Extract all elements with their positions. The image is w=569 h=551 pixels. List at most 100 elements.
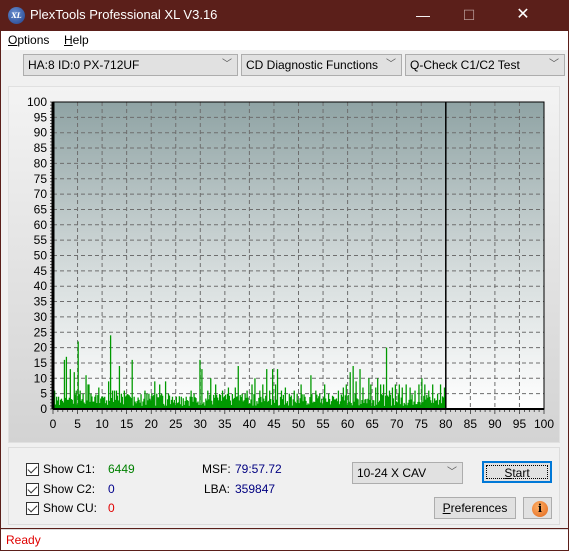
info-button[interactable]: i: [523, 497, 552, 519]
x-tick-label: 35: [218, 417, 232, 431]
y-tick-label: 75: [34, 172, 48, 186]
x-tick-label: 20: [145, 417, 159, 431]
preferences-button[interactable]: Preferences: [434, 497, 516, 519]
status-bar: Ready: [1, 529, 568, 550]
x-tick-label: 10: [95, 417, 109, 431]
show-c2-checkbox[interactable]: [26, 483, 39, 496]
x-tick-label: 55: [316, 417, 330, 431]
start-button[interactable]: Start: [482, 461, 552, 483]
y-tick-label: 85: [34, 141, 48, 155]
lba-label: LBA:: [204, 482, 231, 496]
x-tick-label: 75: [415, 417, 429, 431]
function-select[interactable]: CD Diagnostic Functions ﹀: [241, 54, 402, 76]
menu-bar: Options Help: [1, 31, 568, 50]
y-tick-label: 70: [34, 187, 48, 201]
minimize-button[interactable]: —: [400, 0, 446, 31]
x-tick-label: 40: [243, 417, 257, 431]
msf-value: 79:57.72: [235, 462, 282, 476]
show-c1-checkbox[interactable]: [26, 463, 39, 476]
menu-options[interactable]: Options: [8, 33, 49, 47]
c1-c2-chart: 0510152025303540455055606570758085909510…: [27, 95, 554, 431]
y-tick-label: 45: [34, 264, 48, 278]
c1-bar: [154, 381, 156, 409]
chevron-down-icon: ﹀: [386, 59, 396, 70]
show-cu-checkbox[interactable]: [26, 502, 39, 515]
msf-label: MSF:: [202, 462, 231, 476]
y-tick-label: 50: [34, 249, 48, 263]
menu-help[interactable]: Help: [64, 33, 89, 47]
x-tick-label: 45: [267, 417, 281, 431]
y-tick-label: 30: [34, 310, 48, 324]
app-logo-icon: XL: [8, 7, 25, 24]
drive-select-value: HA:8 ID:0 PX-712UF: [28, 58, 140, 72]
drive-select[interactable]: HA:8 ID:0 PX-712UF ﹀: [23, 54, 238, 76]
c1-count: 6449: [108, 462, 135, 476]
show-cu-label: Show CU:: [43, 501, 98, 515]
menu-help-label: elp: [72, 33, 89, 47]
x-tick-label: 0: [50, 417, 57, 431]
x-tick-label: 15: [120, 417, 134, 431]
preferences-accel: P: [442, 501, 451, 515]
speed-select[interactable]: 10-24 X CAV ﹀: [352, 462, 463, 484]
y-tick-label: 65: [34, 202, 48, 216]
menu-help-accel: H: [64, 33, 73, 47]
y-tick-label: 15: [34, 356, 48, 370]
y-tick-label: 20: [34, 341, 48, 355]
chevron-down-icon: ﹀: [549, 59, 559, 70]
y-tick-label: 0: [40, 402, 47, 416]
y-tick-label: 100: [27, 95, 47, 109]
c1-bar: [118, 366, 121, 409]
c1-bar: [109, 335, 112, 409]
y-tick-label: 90: [34, 126, 48, 140]
title-bar: XL PlexTools Professional XL V3.16 — ☐ ✕: [0, 0, 569, 31]
y-tick-label: 60: [34, 218, 48, 232]
x-tick-label: 70: [390, 417, 404, 431]
lba-value: 359847: [235, 482, 276, 496]
c1-bar: [164, 381, 167, 409]
x-tick-label: 5: [74, 417, 81, 431]
c1-bar: [201, 369, 203, 409]
function-select-value: CD Diagnostic Functions: [246, 58, 379, 72]
c1-bar: [382, 384, 385, 409]
menu-options-label: ptions: [17, 33, 50, 47]
cu-count: 0: [108, 501, 115, 515]
test-select-value: Q-Check C1/C2 Test: [410, 58, 520, 72]
c1-bar: [254, 378, 256, 409]
x-tick-label: 100: [534, 417, 554, 431]
c1-bar: [199, 359, 201, 409]
c1-bar: [370, 384, 372, 409]
x-tick-label: 90: [488, 417, 502, 431]
y-tick-label: 55: [34, 233, 48, 247]
toolbar: HA:8 ID:0 PX-712UF ﹀ CD Diagnostic Funct…: [1, 50, 568, 79]
menu-options-accel: O: [8, 33, 18, 47]
y-tick-label: 40: [34, 279, 48, 293]
app-window: XL PlexTools Professional XL V3.16 — ☐ ✕…: [0, 0, 569, 551]
c1-bar: [251, 384, 253, 409]
chart-panel: 0 5 10 15 20 25 30 35 40 45 50 55 60 65 70 75 80 85 90 95 10…: [8, 86, 560, 443]
c1-bar: [359, 369, 361, 409]
y-tick-label: 10: [34, 371, 48, 385]
speed-select-value: 10-24 X CAV: [357, 466, 427, 480]
x-tick-label: 50: [292, 417, 306, 431]
x-tick-label: 95: [513, 417, 527, 431]
maximize-button[interactable]: ☐: [446, 0, 492, 31]
x-tick-label: 25: [169, 417, 183, 431]
x-tick-label: 85: [464, 417, 478, 431]
c1-bar: [131, 359, 133, 409]
test-select[interactable]: Q-Check C1/C2 Test ﹀: [405, 54, 565, 76]
chevron-down-icon: ﹀: [447, 467, 457, 478]
y-tick-label: 80: [34, 156, 48, 170]
x-tick-label: 65: [365, 417, 379, 431]
focus-rect: [486, 465, 548, 479]
status-text: Ready: [6, 533, 41, 547]
window-title: PlexTools Professional XL V3.16: [30, 7, 218, 22]
y-tick-label: 95: [34, 110, 48, 124]
chevron-down-icon: ﹀: [222, 59, 232, 70]
show-c2-label: Show C2:: [43, 482, 96, 496]
control-panel: Show C1: 6449 Show C2: 0 Show CU: 0 MSF:…: [8, 447, 560, 525]
main-area: 0 5 10 15 20 25 30 35 40 45 50 55 60 65 70 75 80 85 90 95 10…: [1, 79, 568, 528]
y-tick-label: 25: [34, 325, 48, 339]
close-button[interactable]: ✕: [500, 0, 546, 31]
x-tick-label: 80: [439, 417, 453, 431]
info-icon: i: [532, 501, 548, 517]
